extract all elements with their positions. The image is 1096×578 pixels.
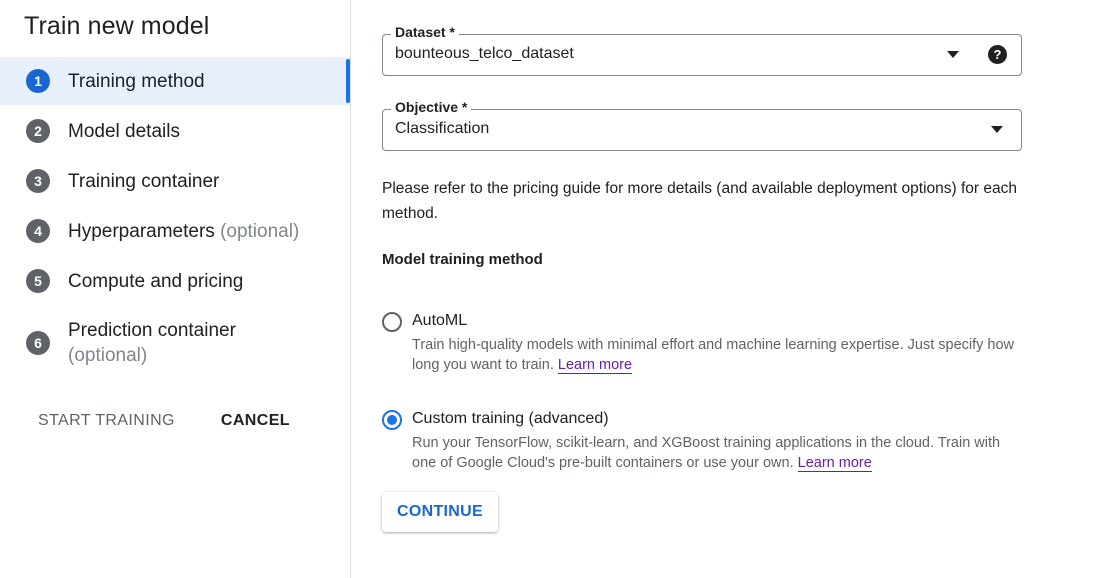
step-hyperparameters[interactable]: 4 Hyperparameters (optional)	[0, 207, 350, 255]
objective-select[interactable]: Objective * Classification	[382, 99, 1022, 151]
sidebar: Train new model 1 Training method 2 Mode…	[0, 0, 351, 578]
chevron-down-icon[interactable]	[947, 51, 959, 58]
step-label: Training method	[68, 70, 205, 92]
continue-button[interactable]: CONTINUE	[382, 492, 498, 532]
automl-title[interactable]: AutoML	[412, 312, 467, 330]
step-label: Training container	[68, 170, 220, 192]
dataset-label: Dataset *	[391, 24, 459, 40]
custom-training-title[interactable]: Custom training (advanced)	[412, 410, 609, 428]
step-number-badge: 1	[26, 69, 50, 93]
step-label: Prediction container (optional)	[68, 320, 236, 366]
step-number-badge: 6	[26, 331, 50, 355]
chevron-down-icon[interactable]	[991, 126, 1003, 133]
active-step-indicator	[346, 59, 350, 103]
cancel-button[interactable]: CANCEL	[207, 404, 304, 438]
step-training-method[interactable]: 1 Training method	[0, 57, 350, 105]
custom-training-description: Run your TensorFlow, scikit-learn, and X…	[412, 435, 1001, 472]
pricing-info-text: Please refer to the pricing guide for mo…	[382, 180, 1018, 222]
step-number-badge: 3	[26, 169, 50, 193]
automl-description: Train high-quality models with minimal e…	[412, 337, 1015, 374]
learn-more-link[interactable]: Learn more	[557, 357, 633, 374]
automl-radio[interactable]	[382, 312, 402, 332]
step-label: Hyperparameters (optional)	[68, 220, 300, 242]
objective-label: Objective *	[391, 99, 472, 115]
learn-more-link[interactable]: Learn more	[797, 455, 872, 472]
step-prediction-container[interactable]: 6 Prediction container (optional)	[0, 313, 350, 373]
step-number-badge: 2	[26, 119, 50, 143]
step-number-badge: 5	[26, 269, 50, 293]
step-label: Model details	[68, 120, 180, 142]
start-training-button[interactable]: START TRAINING	[24, 404, 189, 438]
step-compute-pricing[interactable]: 5 Compute and pricing	[0, 257, 350, 305]
dataset-value: bounteous_telco_dataset	[395, 45, 574, 62]
section-title: Model training method	[382, 251, 543, 268]
optional-tag: (optional)	[220, 220, 300, 242]
main-panel: Dataset * bounteous_telco_dataset ? Obje…	[352, 0, 1096, 578]
optional-tag: (optional)	[68, 345, 148, 366]
page-title: Train new model	[24, 12, 210, 40]
help-icon[interactable]: ?	[988, 45, 1007, 64]
objective-value: Classification	[395, 120, 490, 137]
custom-training-radio[interactable]	[382, 410, 402, 430]
sidebar-actions: START TRAINING CANCEL	[24, 404, 304, 438]
step-label: Compute and pricing	[68, 270, 244, 292]
step-training-container[interactable]: 3 Training container	[0, 157, 350, 205]
step-number-badge: 4	[26, 219, 50, 243]
dataset-select[interactable]: Dataset * bounteous_telco_dataset ?	[382, 24, 1022, 76]
step-model-details[interactable]: 2 Model details	[0, 107, 350, 155]
